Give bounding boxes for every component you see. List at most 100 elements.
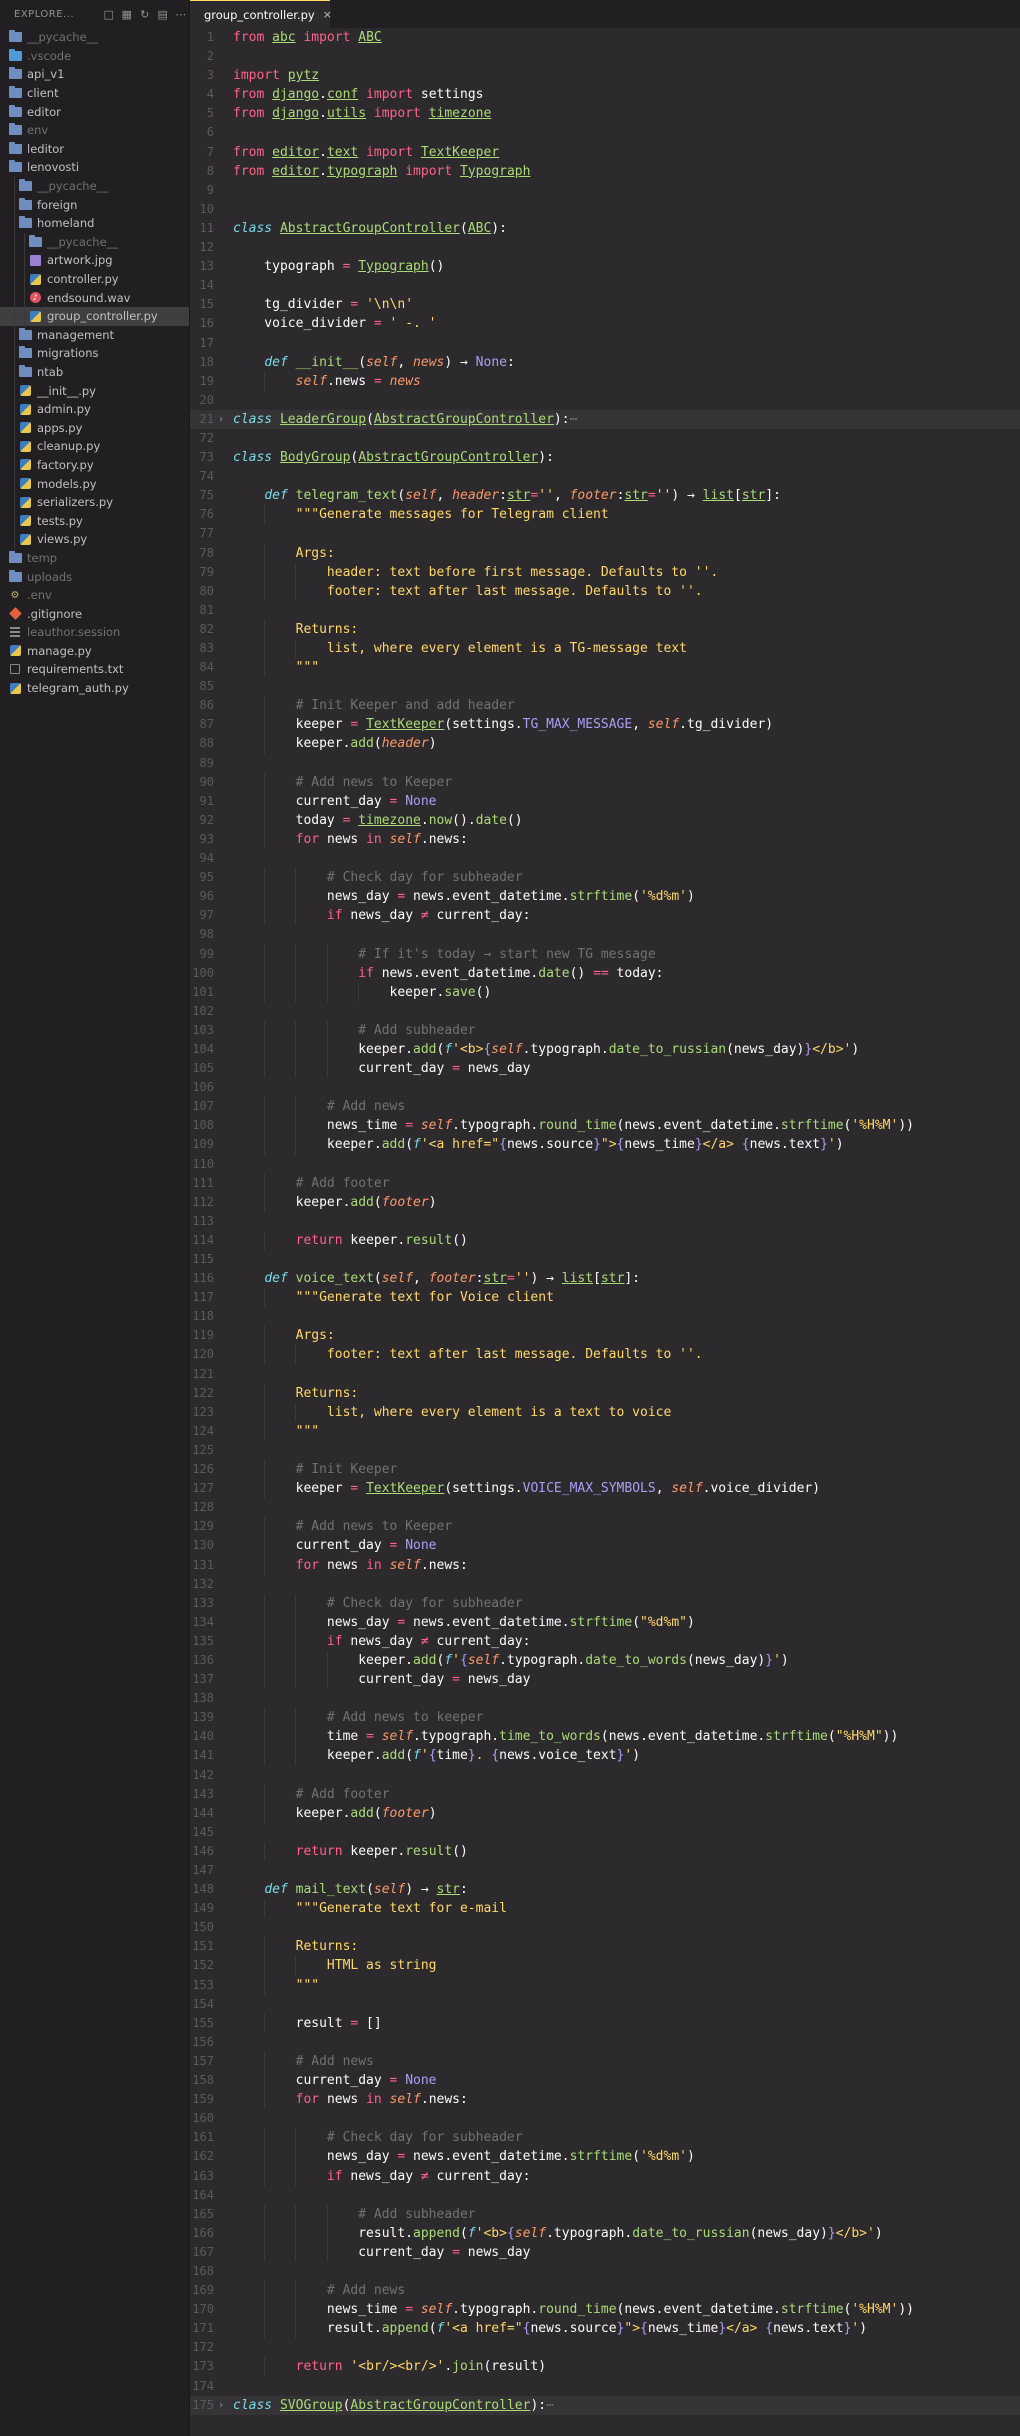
code-line[interactable]: 83 list, where every element is a TG-mes… <box>190 639 1020 659</box>
code-line[interactable]: 140 time = self.typograph.time_to_words(… <box>190 1727 1020 1747</box>
code-line[interactable]: 105 current_day = news_day <box>190 1059 1020 1079</box>
tree-item[interactable]: __pycache__ <box>0 232 189 252</box>
code-line[interactable]: 172 <box>190 2338 1020 2357</box>
code-line[interactable]: 165 # Add subheader <box>190 2204 1020 2224</box>
code-line[interactable]: 1 from abc import ABC <box>190 28 1020 47</box>
code-line[interactable]: 123 list, where every element is a text … <box>190 1402 1020 1422</box>
code-line[interactable]: 17 <box>190 334 1020 353</box>
code-line[interactable]: 15 tg_divider = '\n\n' <box>190 295 1020 314</box>
code-line[interactable]: 143 # Add footer <box>190 1784 1020 1804</box>
tree-item[interactable]: .vscode <box>0 47 189 66</box>
refresh-icon[interactable]: ↻ <box>137 6 153 22</box>
tree-item[interactable]: uploads <box>0 567 189 586</box>
code-line[interactable]: 132 <box>190 1575 1020 1594</box>
code-editor[interactable]: 1 from abc import ABC 2 3 import pytz 4 from d… <box>190 28 1020 2436</box>
code-line[interactable]: 156 <box>190 2033 1020 2052</box>
tree-item[interactable]: homeland <box>0 213 189 233</box>
code-line[interactable]: 86 # Init Keeper and add header <box>190 696 1020 716</box>
code-line[interactable]: 100 if news.event_datetime.date() == tod… <box>190 963 1020 983</box>
tree-item[interactable]: telegram_auth.py <box>0 679 189 698</box>
tree-item[interactable]: models.py <box>0 474 189 493</box>
code-line[interactable]: 14 <box>190 276 1020 295</box>
more-icon[interactable]: ⋯ <box>173 6 189 22</box>
code-line[interactable]: 7 from editor.text import TextKeeper <box>190 143 1020 162</box>
code-line[interactable]: 121 <box>190 1365 1020 1384</box>
code-line[interactable]: 75 def telegram_text(self, header:str=''… <box>190 486 1020 505</box>
code-line[interactable]: 173 return '<br/><br/>'.join(result) <box>190 2357 1020 2377</box>
tree-item[interactable]: cleanup.py <box>0 437 189 456</box>
code-line[interactable]: 137 current_day = news_day <box>190 1670 1020 1690</box>
code-line[interactable]: 149 """Generate text for e-mail <box>190 1899 1020 1919</box>
tree-item[interactable]: migrations <box>0 344 189 363</box>
code-line[interactable]: 118 <box>190 1307 1020 1326</box>
fold-chevron-icon[interactable]: › <box>218 410 224 429</box>
code-line[interactable]: 167 current_day = news_day <box>190 2242 1020 2262</box>
code-line[interactable]: 131 for news in self.news: <box>190 1555 1020 1575</box>
code-line[interactable]: 102 <box>190 1002 1020 1021</box>
tree-item[interactable]: manage.py <box>0 642 189 661</box>
code-line[interactable]: 85 <box>190 677 1020 696</box>
fold-chevron-icon[interactable]: › <box>218 2396 224 2415</box>
code-line[interactable]: 127 keeper = TextKeeper(settings.VOICE_M… <box>190 1479 1020 1499</box>
code-line[interactable]: 99 # If it's today → start new TG messag… <box>190 944 1020 964</box>
code-line[interactable]: 162 news_day = news.event_datetime.strft… <box>190 2147 1020 2167</box>
code-line[interactable]: 89 <box>190 754 1020 773</box>
tree-item[interactable]: __pycache__ <box>0 28 189 47</box>
code-line[interactable]: 135 if news_day ≠ current_day: <box>190 1631 1020 1651</box>
code-line[interactable]: 5 from django.utils import timezone <box>190 104 1020 123</box>
code-line[interactable]: 106 <box>190 1078 1020 1097</box>
code-line[interactable]: 134 news_day = news.event_datetime.strft… <box>190 1612 1020 1632</box>
tree-item[interactable]: ⚙ .env <box>0 586 189 605</box>
code-line[interactable]: 129 # Add news to Keeper <box>190 1517 1020 1537</box>
code-line[interactable]: 88 keeper.add(header) <box>190 734 1020 754</box>
tab-group-controller[interactable]: group_controller.py × <box>190 0 332 28</box>
code-line[interactable]: 175 › class SVOGroup(AbstractGroupControll… <box>190 2395 1020 2415</box>
tree-item[interactable]: ntab <box>0 362 189 382</box>
code-line[interactable]: 92 today = timezone.now().date() <box>190 810 1020 830</box>
tree-item[interactable]: ♪ endsound.wav <box>0 288 189 307</box>
code-line[interactable]: 90 # Add news to Keeper <box>190 772 1020 792</box>
code-line[interactable]: 111 # Add footer <box>190 1173 1020 1193</box>
code-line[interactable]: 19 self.news = news <box>190 371 1020 391</box>
code-line[interactable]: 3 import pytz <box>190 66 1020 85</box>
code-line[interactable]: 120 footer: text after last message. Def… <box>190 1345 1020 1365</box>
code-line[interactable]: 103 # Add subheader <box>190 1020 1020 1040</box>
code-line[interactable]: 78 Args: <box>190 543 1020 563</box>
close-icon[interactable]: × <box>323 8 332 21</box>
code-line[interactable]: 6 <box>190 123 1020 142</box>
code-line[interactable]: 21 › class LeaderGroup(AbstractGroupContro… <box>190 409 1020 429</box>
code-line[interactable]: 157 # Add news <box>190 2051 1020 2072</box>
code-line[interactable]: 113 <box>190 1212 1020 1231</box>
code-line[interactable]: 150 <box>190 1918 1020 1937</box>
tree-item[interactable]: leditor <box>0 140 189 159</box>
code-line[interactable]: 139 # Add news to keeper <box>190 1708 1020 1728</box>
code-line[interactable]: 110 <box>190 1155 1020 1174</box>
code-line[interactable]: 161 # Check day for subheader <box>190 2128 1020 2148</box>
code-line[interactable]: 147 <box>190 1861 1020 1880</box>
code-line[interactable]: 130 current_day = None <box>190 1536 1020 1556</box>
code-line[interactable]: 122 Returns: <box>190 1383 1020 1403</box>
code-line[interactable]: 13 typograph = Typograph() <box>190 257 1020 276</box>
code-line[interactable]: 142 <box>190 1766 1020 1785</box>
tree-item[interactable]: editor <box>0 102 189 121</box>
code-line[interactable]: 10 <box>190 200 1020 219</box>
tree-item[interactable]: factory.py <box>0 455 189 475</box>
code-line[interactable]: 154 <box>190 1995 1020 2014</box>
code-line[interactable]: 91 current_day = None <box>190 791 1020 811</box>
code-line[interactable]: 163 if news_day ≠ current_day: <box>190 2166 1020 2186</box>
tree-item[interactable]: tests.py <box>0 511 189 531</box>
tree-item[interactable]: management <box>0 325 189 345</box>
code-line[interactable]: 84 """ <box>190 658 1020 678</box>
code-line[interactable]: 108 news_time = self.typograph.round_tim… <box>190 1116 1020 1136</box>
tree-item[interactable]: client <box>0 84 189 103</box>
code-line[interactable]: 8 from editor.typograph import Typograph <box>190 162 1020 181</box>
tree-item[interactable]: artwork.jpg <box>0 251 189 270</box>
code-line[interactable]: 12 <box>190 238 1020 257</box>
tree-item[interactable]: foreign <box>0 195 189 214</box>
code-line[interactable]: 16 voice_divider = ' -. ' <box>190 314 1020 333</box>
code-line[interactable]: 107 # Add news <box>190 1097 1020 1117</box>
code-line[interactable]: 97 if news_day ≠ current_day: <box>190 906 1020 926</box>
code-line[interactable]: 155 result = [] <box>190 2013 1020 2033</box>
code-line[interactable]: 141 keeper.add(f'{time}. {news.voice_tex… <box>190 1746 1020 1766</box>
tree-item[interactable]: group_controller.py <box>0 306 189 326</box>
